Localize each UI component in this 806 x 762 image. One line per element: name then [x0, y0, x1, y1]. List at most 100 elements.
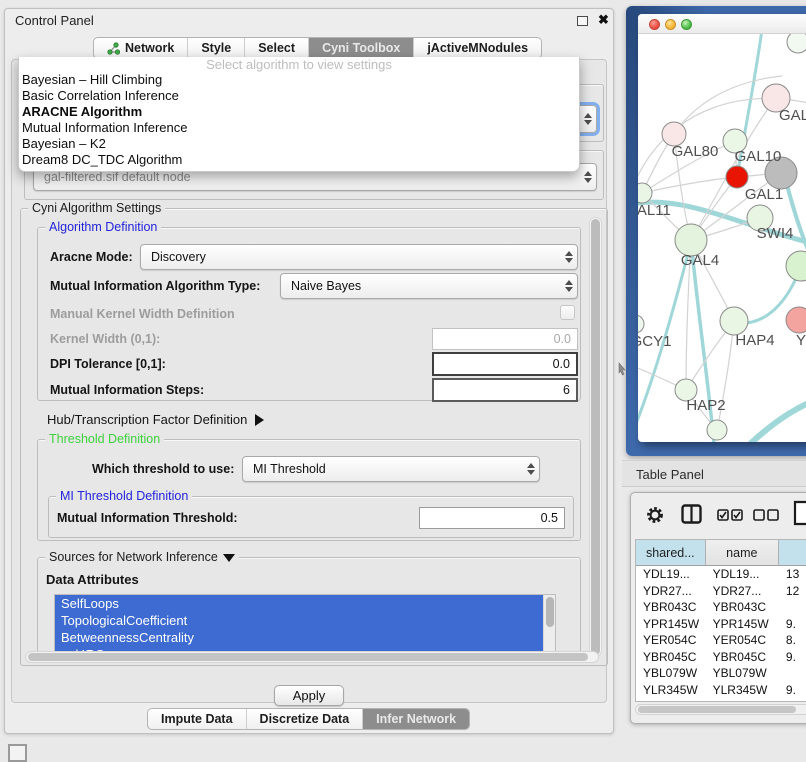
sources-group: Sources for Network Inference Data Attri…	[37, 557, 581, 661]
table-row[interactable]: YLR345WYLR345W9.	[636, 682, 806, 699]
node-label: GAL	[779, 107, 806, 124]
dpi-tolerance-field[interactable]: 0.0	[432, 352, 578, 376]
columns-checked-icon[interactable]	[717, 509, 743, 521]
table-column-header[interactable]: shared...	[636, 540, 706, 566]
network-window[interactable]: GALGAL80GAL10GAL1GAL11SWI4GAL4GCY1HAP4YH…	[638, 14, 806, 442]
algorithm-definition-group: Algorithm Definition Aracne Mode: Discov…	[37, 227, 581, 401]
node-label: Y	[796, 332, 806, 349]
tab-network[interactable]: Network	[94, 38, 188, 58]
mi-threshold-label: Mutual Information Threshold:	[57, 511, 238, 525]
mi-algorithm-type-select[interactable]: Naive Bayes	[280, 273, 578, 299]
tab-label: Impute Data	[161, 712, 233, 726]
table-cell: YDL19...	[636, 566, 706, 583]
sources-group-title[interactable]: Sources for Network Inference	[45, 550, 239, 564]
columns-unchecked-icon[interactable]	[753, 509, 779, 521]
table-panel-title: Table Panel	[636, 467, 704, 482]
apply-button[interactable]: Apply	[274, 685, 344, 706]
manual-kernel-width-checkbox[interactable]	[560, 305, 575, 320]
split-columns-icon[interactable]	[681, 504, 702, 524]
mi-steps-field[interactable]: 6	[432, 378, 578, 402]
mi-threshold-field[interactable]: 0.5	[419, 507, 565, 529]
table-cell: YLR345W	[706, 682, 779, 699]
mi-steps-label: Mutual Information Steps:	[50, 383, 204, 397]
table-cell: YBR043C	[706, 599, 779, 616]
mi-algorithm-type-value: Naive Bayes	[281, 279, 560, 293]
network-node[interactable]	[786, 307, 806, 333]
network-node[interactable]	[720, 307, 748, 335]
settings-horizontal-scrollbar[interactable]	[25, 651, 599, 663]
control-panel-tabbar: NetworkStyle Select Cyni ToolboxjActiveMNo…	[93, 37, 542, 59]
node-label: HAP4	[735, 332, 774, 349]
data-attribute-item[interactable]: SelfLoops	[55, 595, 544, 612]
data-attribute-item[interactable]: TopologicalCoefficient	[55, 612, 544, 629]
table-cell: YPR145W	[636, 616, 706, 633]
table-cell: YLR345W	[636, 682, 706, 699]
node-label: GCY1	[638, 333, 671, 350]
table-row[interactable]: YBR043CYBR043C	[636, 599, 806, 616]
table-row[interactable]: YBR045CYBR045C9.	[636, 649, 806, 666]
close-icon[interactable]: ✖	[598, 12, 609, 28]
algorithm-option[interactable]: Mutual Information Inference	[19, 120, 579, 136]
table-row[interactable]: YPR145WYPR145W9.	[636, 616, 806, 633]
cyni-algorithm-settings-group: Cyni Algorithm Settings Algorithm Defini…	[20, 208, 608, 666]
table-panel-bar: Table Panel	[622, 460, 806, 487]
mac-minimize-icon[interactable]	[665, 19, 676, 30]
table-cell: YDR27...	[636, 583, 706, 600]
import-table-icon[interactable]	[793, 500, 806, 526]
combo-arrows-icon	[579, 113, 596, 125]
tab-style[interactable]: Style	[188, 38, 245, 58]
collapse-down-icon	[223, 554, 235, 562]
table-header-row: shared...name	[636, 540, 806, 566]
network-node[interactable]	[726, 166, 748, 188]
dropdown-hint: Select algorithm to view settings	[19, 57, 579, 72]
table-row[interactable]: YIL052CYIL052C0	[636, 698, 806, 702]
sources-title-text: Sources for Network Inference	[49, 550, 218, 564]
table-row[interactable]: YDL19...YDL19...13	[636, 566, 806, 583]
tab-discretize-data[interactable]: Discretize Data	[247, 709, 364, 729]
algorithm-option[interactable]: Bayesian – Hill Climbing	[19, 72, 579, 88]
tab-impute-data[interactable]: Impute Data	[148, 709, 247, 729]
table-cell: 13	[779, 566, 806, 583]
data-attribute-item[interactable]: BetweennessCentrality	[55, 629, 544, 646]
table-column-header[interactable]: name	[706, 540, 779, 566]
table-cell: YIL052C	[636, 698, 706, 702]
algorithm-option[interactable]: Dream8 DC_TDC Algorithm	[19, 152, 579, 168]
table-toolbar	[631, 493, 806, 537]
which-threshold-value: MI Threshold	[243, 462, 522, 476]
tab-jactivemnodules[interactable]: jActiveMNodules	[414, 38, 541, 58]
network-node[interactable]	[786, 251, 806, 281]
tab-label: Select	[258, 41, 295, 55]
node-table[interactable]: shared...name YDL19...YDL19...13YDR27...…	[635, 539, 806, 702]
tab-infer-network[interactable]: Infer Network	[363, 709, 469, 729]
mi-threshold-group: MI Threshold Definition Mutual Informati…	[48, 496, 574, 538]
network-node[interactable]	[638, 315, 644, 333]
table-row[interactable]: YBL079WYBL079W	[636, 665, 806, 682]
hub-definition-toggle[interactable]: Hub/Transcription Factor Definition	[47, 412, 264, 427]
aracne-mode-select[interactable]: Discovery	[140, 244, 578, 270]
threshold-definition-group: Threshold Definition Which threshold to …	[37, 439, 581, 541]
which-threshold-select[interactable]: MI Threshold	[242, 456, 540, 482]
float-window-icon[interactable]	[577, 16, 588, 26]
algorithm-option[interactable]: ARACNE Algorithm	[19, 104, 579, 120]
mac-close-icon[interactable]	[649, 19, 660, 30]
kernel-width-field[interactable]: 0.0	[432, 328, 578, 350]
network-node[interactable]	[707, 420, 727, 440]
table-row[interactable]: YDR27...YDR27...12	[636, 583, 806, 600]
tab-cyni-toolbox[interactable]: Cyni Toolbox	[309, 38, 414, 58]
algorithm-option[interactable]: Bayesian – K2	[19, 136, 579, 152]
mac-zoom-icon[interactable]	[681, 19, 692, 30]
gear-icon[interactable]	[645, 505, 665, 525]
collapsed-panel-icon[interactable]	[8, 744, 27, 762]
settings-vertical-scrollbar[interactable]	[589, 217, 602, 657]
table-cell: YBR043C	[636, 599, 706, 616]
tab-select[interactable]: Select	[245, 38, 309, 58]
network-canvas[interactable]: GALGAL80GAL10GAL1GAL11SWI4GAL4GCY1HAP4YH…	[638, 34, 806, 442]
table-cell: 9.	[779, 682, 806, 699]
algorithm-definition-title: Algorithm Definition	[45, 220, 161, 234]
network-node[interactable]	[787, 34, 806, 53]
table-column-header[interactable]	[779, 540, 806, 566]
screen: Control Panel ✖ NetworkStyleSelectCyni T…	[0, 0, 806, 762]
algorithm-option[interactable]: Basic Correlation Inference	[19, 88, 579, 104]
table-row[interactable]: YER054CYER054C8.	[636, 632, 806, 649]
table-horizontal-scrollbar[interactable]	[635, 704, 806, 715]
